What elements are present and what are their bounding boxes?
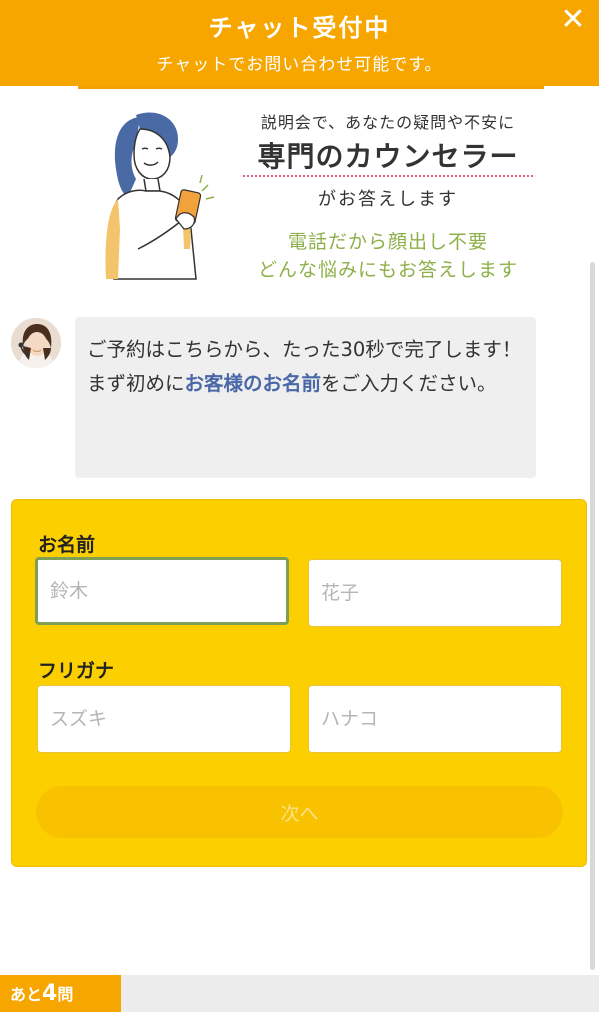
banner-headline-text: 専門のカウンセラー <box>257 140 519 173</box>
header-title: チャット受付中 <box>208 14 391 42</box>
banner-answer-text: がお答えします <box>318 189 458 210</box>
message-text-2: まず初めに <box>87 372 185 395</box>
banner-phone-text: 電話だから顔出し不要 <box>287 231 488 253</box>
remaining-count: 4 <box>42 981 58 1006</box>
header-subtitle: チャットでお問い合わせ可能です。 <box>156 55 443 75</box>
remaining-questions-badge: あと4問 <box>0 975 121 1012</box>
remaining-suffix: 問 <box>57 985 74 1004</box>
operator-message: ご予約はこちらから、たった30秒で完了します！ まず初めにお客様のお名前をご入力… <box>75 317 536 478</box>
woman-with-phone-illustration <box>105 112 215 280</box>
message-text-1: ご予約はこちらから、たった30秒で完了します！ <box>87 338 522 361</box>
first-name-input[interactable] <box>308 559 562 627</box>
furigana-label: フリガナ <box>38 660 115 682</box>
dotted-underline <box>243 175 533 177</box>
chat-header: チャット受付中 チャットでお問い合わせ可能です。 ✕ <box>0 0 599 86</box>
operator-avatar <box>11 318 61 368</box>
message-highlight: お客様のお名前 <box>184 372 322 395</box>
chat-page: チャット受付中 チャットでお問い合わせ可能です。 ✕ 説明会で、あなたの疑問や不… <box>0 0 599 1024</box>
last-name-kana-input[interactable] <box>37 685 291 753</box>
counselor-banner: 説明会で、あなたの疑問や不安に 専門のカウンセラー がお答えします 電話だから顔… <box>78 86 544 286</box>
close-icon[interactable]: ✕ <box>557 4 589 36</box>
first-name-kana-input[interactable] <box>308 685 562 753</box>
banner-headline: 専門のカウンセラー <box>238 135 538 177</box>
operator-photo-icon <box>11 318 61 368</box>
progress-footer: あと4問 <box>0 975 599 1012</box>
remaining-prefix: あと <box>10 985 43 1004</box>
scrollbar[interactable] <box>590 262 595 970</box>
last-name-input[interactable] <box>35 557 289 625</box>
name-form: お名前 フリガナ 次へ <box>11 499 587 867</box>
name-label: お名前 <box>38 534 96 556</box>
banner-worry-text: どんな悩みにもお答えします <box>257 259 518 281</box>
next-button[interactable]: 次へ <box>36 786 563 838</box>
banner-intro-text: 説明会で、あなたの疑問や不安に <box>260 113 516 132</box>
message-text-3: をご入力ください。 <box>321 372 497 395</box>
